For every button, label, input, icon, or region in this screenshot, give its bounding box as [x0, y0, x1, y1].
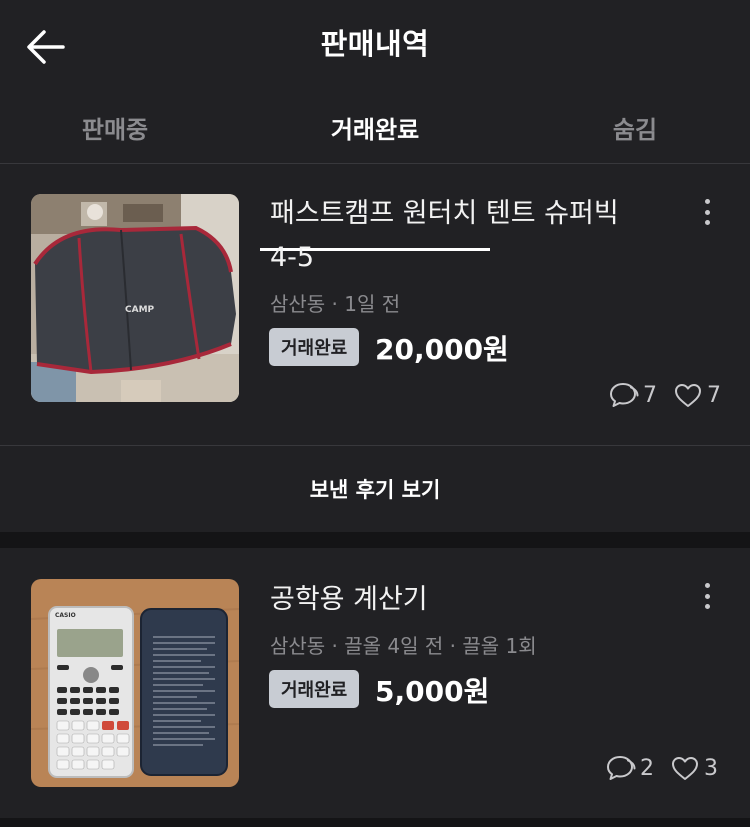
- item-meta: 삼산동 · 끌올 4일 전 · 끌올 1회: [270, 634, 537, 658]
- item-meta: 삼산동 · 1일 전: [270, 292, 401, 316]
- heart-icon: [672, 757, 698, 780]
- tab-bar: 판매중 거래완료 숨김: [0, 90, 750, 251]
- item-title[interactable]: 패스트캠프 원터치 텐트 슈퍼빅 4-5: [270, 192, 650, 280]
- item-thumbnail[interactable]: CASIO: [31, 579, 239, 787]
- list-item[interactable]: CASIO 공학용 계산기 삼산동 · 끌올 4일 전 · 끌올 1회 거래완료…: [0, 548, 750, 818]
- dot: [704, 604, 710, 609]
- item-thumbnail[interactable]: CAMP: [31, 194, 239, 402]
- chat-count: 7: [643, 382, 657, 408]
- screen: 판매내역 판매중 거래완료 숨김 CAMP 패스트캠프 원터치 텐트 슈퍼빅 4…: [0, 0, 750, 827]
- chat-icon: [607, 756, 636, 780]
- item-title[interactable]: 공학용 계산기: [270, 578, 650, 622]
- header: 판매내역: [0, 0, 750, 90]
- more-options-button[interactable]: [697, 196, 717, 228]
- view-sent-reviews-button[interactable]: 보낸 후기 보기: [0, 446, 750, 532]
- dot: [704, 199, 710, 204]
- section-divider: [0, 532, 750, 548]
- like-count: 7: [707, 382, 721, 408]
- item-title-line: 패스트캠프 원터치 텐트 슈퍼빅: [270, 198, 619, 229]
- section-divider: [0, 818, 750, 827]
- chat-count: 2: [640, 755, 654, 781]
- tab-on-sale[interactable]: 판매중: [0, 90, 230, 164]
- heart-icon: [675, 384, 701, 407]
- status-badge: 거래완료: [269, 328, 360, 366]
- item-price: 20,000원: [375, 333, 509, 366]
- item-title-line: 4-5: [270, 242, 315, 273]
- calculator-image: CASIO: [31, 579, 239, 787]
- more-options-button[interactable]: [697, 580, 717, 612]
- page-title: 판매내역: [320, 27, 430, 61]
- dot: [704, 583, 710, 588]
- dot: [704, 220, 710, 225]
- tab-completed[interactable]: 거래완료: [260, 90, 490, 164]
- tab-hidden[interactable]: 숨김: [520, 90, 750, 164]
- item-counts: 7 7: [609, 379, 721, 411]
- svg-text:CAMP: CAMP: [125, 305, 155, 315]
- item-counts: 2 3: [606, 752, 718, 784]
- like-count: 3: [704, 755, 718, 781]
- tent-image: CAMP: [31, 194, 239, 402]
- dot: [704, 209, 710, 215]
- item-price: 5,000원: [375, 675, 490, 708]
- dot: [704, 593, 710, 599]
- svg-text:CASIO: CASIO: [55, 612, 76, 619]
- chat-icon: [610, 383, 639, 407]
- list-item[interactable]: CAMP 패스트캠프 원터치 텐트 슈퍼빅 4-5 삼산동 · 1일 전 거래완…: [0, 164, 750, 445]
- status-badge: 거래완료: [269, 670, 360, 708]
